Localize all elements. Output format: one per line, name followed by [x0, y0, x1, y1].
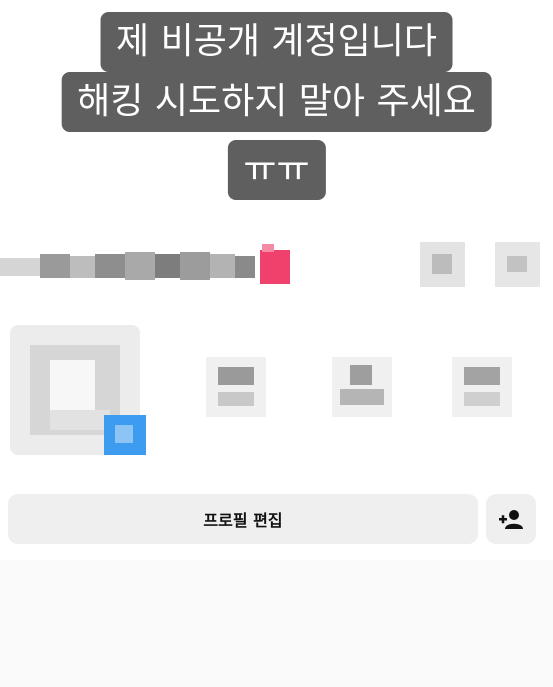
- add-post-icon[interactable]: [420, 242, 465, 287]
- menu-icon[interactable]: [495, 242, 540, 287]
- followers-count[interactable]: [332, 357, 392, 417]
- person-add-icon: [499, 510, 523, 529]
- avatar[interactable]: [0, 315, 150, 465]
- caption-line-3: ㅠㅠ: [227, 140, 326, 200]
- posts-count[interactable]: [206, 357, 266, 417]
- caption-line-2: 해킹 시도하지 말아 주세요: [61, 72, 492, 132]
- edit-profile-button[interactable]: 프로필 편집: [8, 494, 478, 544]
- content-area: [0, 560, 553, 687]
- discover-people-button[interactable]: [486, 494, 536, 544]
- caption-line-1: 제 비공개 계정입니다: [100, 12, 453, 72]
- username-pixelated: [0, 242, 300, 292]
- following-count[interactable]: [452, 357, 512, 417]
